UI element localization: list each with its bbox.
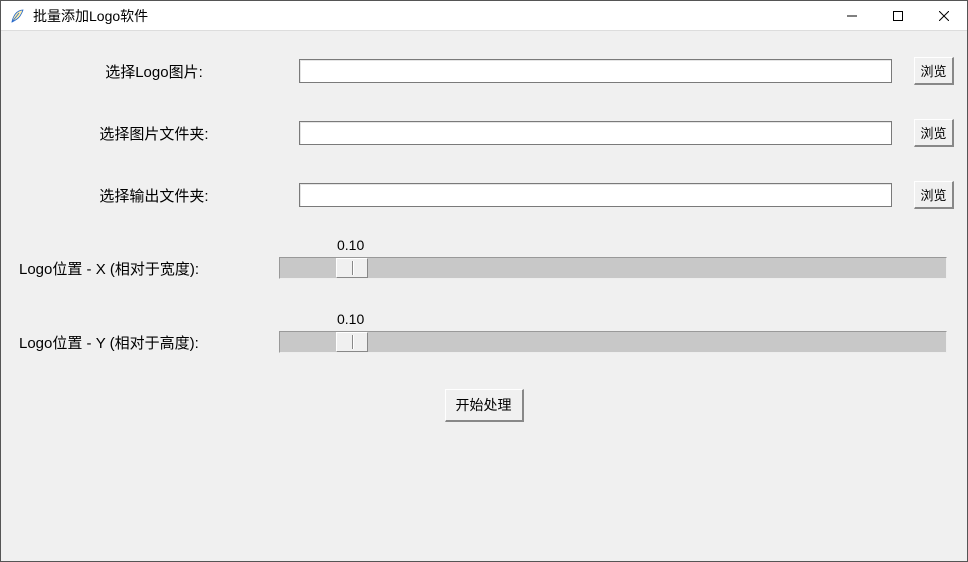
x-slider-track[interactable]	[279, 257, 947, 279]
logo-image-input[interactable]	[299, 59, 892, 83]
image-folder-row: 选择图片文件夹: 浏览	[9, 119, 959, 147]
start-button[interactable]: 开始处理	[445, 389, 524, 422]
output-folder-label: 选择输出文件夹:	[9, 185, 299, 206]
content-area: 选择Logo图片: 浏览 选择图片文件夹: 浏览 选择输出文件夹: 浏览 Log…	[1, 31, 967, 561]
logo-image-label: 选择Logo图片:	[9, 61, 299, 82]
y-slider-track[interactable]	[279, 331, 947, 353]
window-controls	[829, 1, 967, 30]
x-slider-area: 0.10	[279, 257, 947, 279]
logo-image-row: 选择Logo图片: 浏览	[9, 57, 959, 85]
y-slider-label: Logo位置 - Y (相对于高度):	[9, 332, 279, 353]
output-folder-browse-button[interactable]: 浏览	[914, 181, 954, 209]
x-slider-thumb[interactable]	[336, 258, 368, 278]
image-folder-browse-button[interactable]: 浏览	[914, 119, 954, 147]
y-slider-thumb[interactable]	[336, 332, 368, 352]
x-slider-label: Logo位置 - X (相对于宽度):	[9, 258, 279, 279]
x-slider-block: Logo位置 - X (相对于宽度): 0.10	[9, 257, 959, 279]
output-folder-row: 选择输出文件夹: 浏览	[9, 181, 959, 209]
image-folder-input[interactable]	[299, 121, 892, 145]
y-slider-block: Logo位置 - Y (相对于高度): 0.10	[9, 331, 959, 353]
minimize-button[interactable]	[829, 1, 875, 30]
logo-image-browse-button[interactable]: 浏览	[914, 57, 954, 85]
maximize-button[interactable]	[875, 1, 921, 30]
y-slider-area: 0.10	[279, 331, 947, 353]
action-row: 开始处理	[9, 389, 959, 422]
close-button[interactable]	[921, 1, 967, 30]
titlebar: 批量添加Logo软件	[1, 1, 967, 31]
feather-icon	[9, 8, 25, 24]
y-slider-value: 0.10	[337, 311, 364, 327]
image-folder-label: 选择图片文件夹:	[9, 123, 299, 144]
app-window: 批量添加Logo软件 选择Logo图片: 浏览 选择图片文件夹: 浏览 选择输出…	[0, 0, 968, 562]
output-folder-input[interactable]	[299, 183, 892, 207]
window-title: 批量添加Logo软件	[33, 6, 829, 26]
x-slider-value: 0.10	[337, 237, 364, 253]
